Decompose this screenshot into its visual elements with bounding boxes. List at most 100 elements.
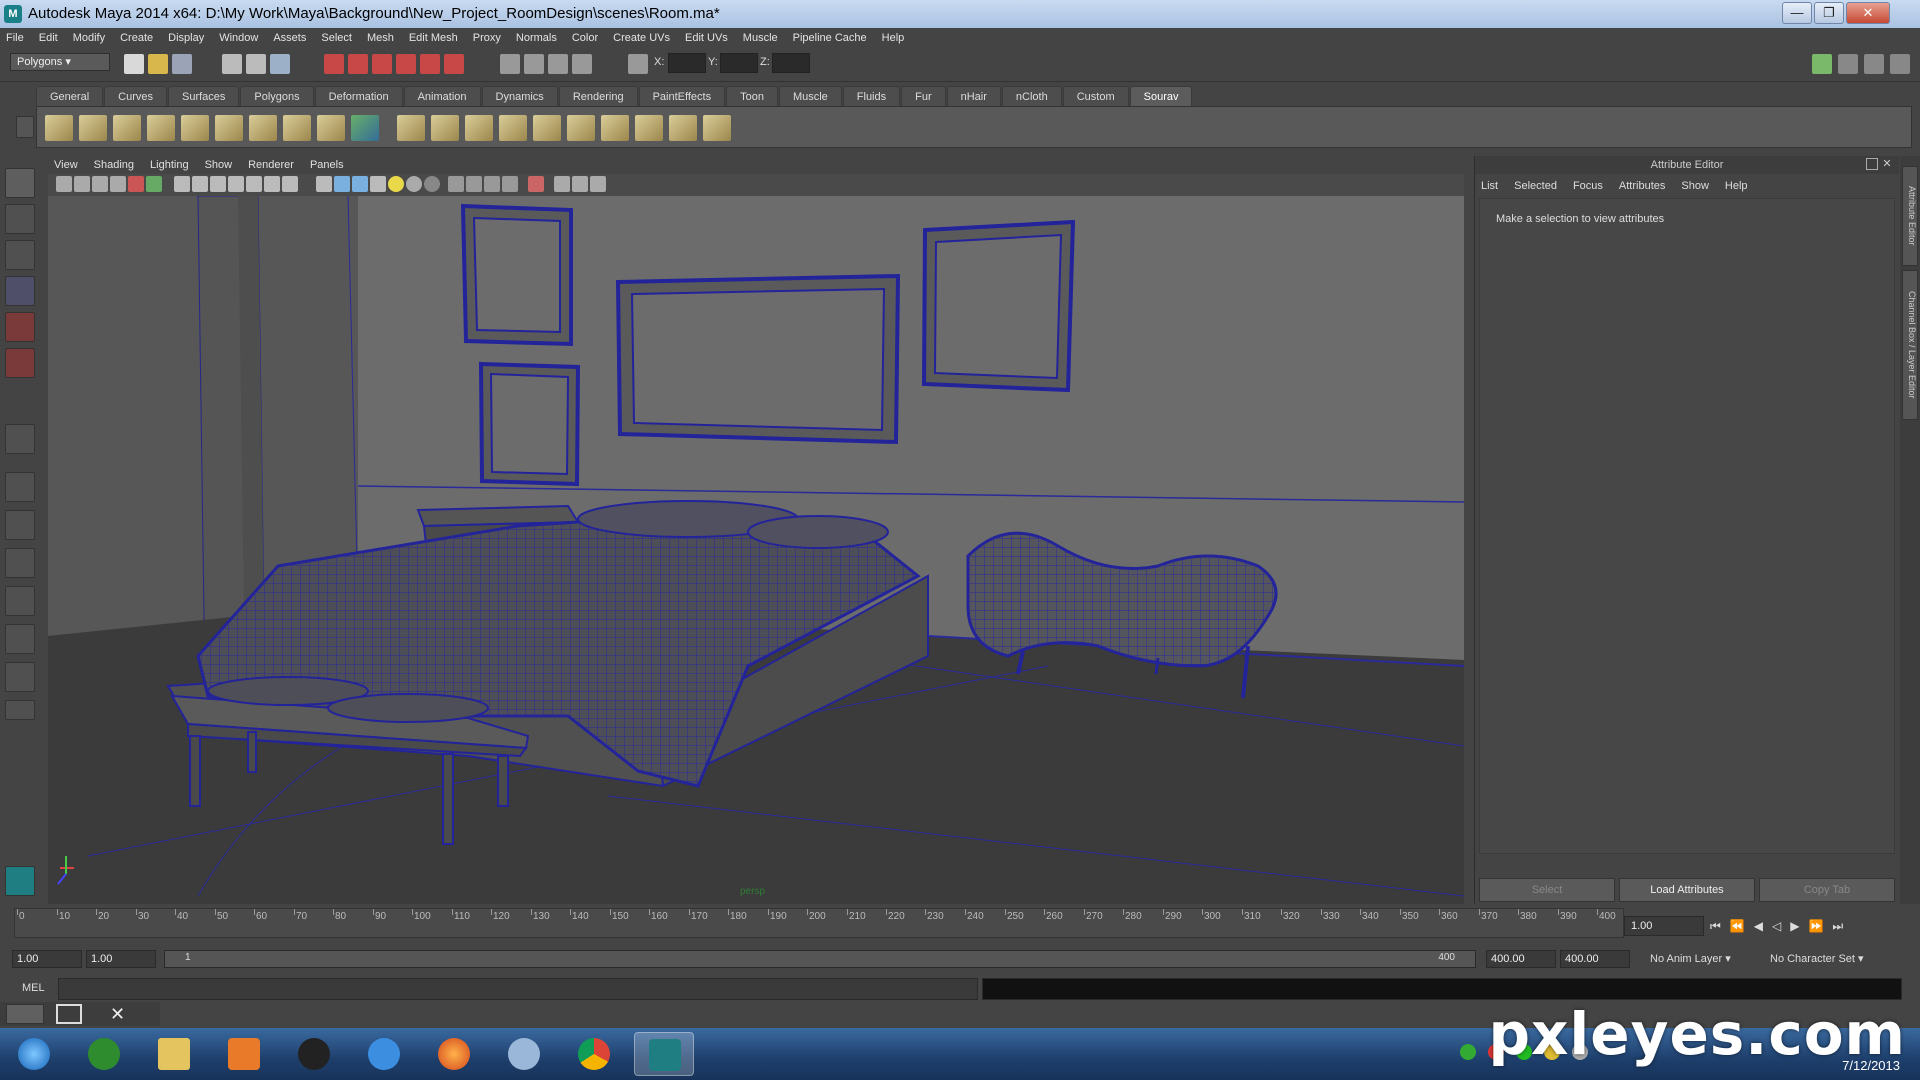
shelf-tab-general[interactable]: General	[36, 86, 104, 106]
image-plane-icon[interactable]	[110, 176, 126, 192]
anim-start-field[interactable]: 1.00	[12, 950, 82, 968]
character-set-dropdown[interactable]: No Character Set ▾	[1770, 950, 1910, 968]
snap-grid-icon[interactable]	[324, 54, 344, 74]
isolate-select-icon[interactable]	[528, 176, 544, 192]
anim-end-field[interactable]: 400.00	[1560, 950, 1630, 968]
last-tool-icon[interactable]	[5, 424, 35, 454]
snap-plane-icon[interactable]	[396, 54, 416, 74]
shelf-tool-icon[interactable]	[45, 115, 73, 141]
maya-home-icon[interactable]	[5, 866, 35, 896]
outliner-layout-icon[interactable]	[5, 548, 35, 578]
x-field[interactable]	[668, 53, 706, 73]
select-hierarchy-icon[interactable]	[222, 54, 242, 74]
attr-menu-selected[interactable]: Selected	[1514, 180, 1557, 192]
render-frame-icon[interactable]	[524, 54, 544, 74]
single-pane-layout-icon[interactable]	[5, 472, 35, 502]
film-gate-icon[interactable]	[192, 176, 208, 192]
resolution-gate-icon[interactable]	[210, 176, 226, 192]
playback-end-field[interactable]: 400.00	[1486, 950, 1556, 968]
poly-pipe-icon[interactable]	[669, 115, 697, 141]
maximize-button[interactable]: ❐	[1814, 2, 1844, 24]
safe-title-icon[interactable]	[282, 176, 298, 192]
viewport-menu-renderer[interactable]: Renderer	[248, 159, 294, 171]
toggle-tool-settings-icon[interactable]	[1838, 54, 1858, 74]
shelf-tool-icon[interactable]	[317, 115, 345, 141]
menu-edit-mesh[interactable]: Edit Mesh	[409, 32, 458, 44]
menu-mesh[interactable]: Mesh	[367, 32, 394, 44]
maximize-panel-icon[interactable]	[56, 1004, 82, 1024]
ambient-occlusion-icon[interactable]	[448, 176, 464, 192]
shadows-icon[interactable]	[424, 176, 440, 192]
hypershade-layout-icon[interactable]	[5, 624, 35, 654]
xray-joints-icon[interactable]	[572, 176, 588, 192]
toggle-attr-editor-icon[interactable]	[1812, 54, 1832, 74]
shelf-tab-deformation[interactable]: Deformation	[314, 86, 403, 106]
attr-menu-list[interactable]: List	[1481, 180, 1498, 192]
shelf-tab-custom[interactable]: Custom	[1062, 86, 1129, 106]
attr-menu-attributes[interactable]: Attributes	[1619, 180, 1665, 192]
media-player-icon[interactable]	[214, 1032, 274, 1076]
menu-pipeline-cache[interactable]: Pipeline Cache	[793, 32, 867, 44]
viewport-menu-view[interactable]: View	[54, 159, 78, 171]
menu-window[interactable]: Window	[219, 32, 258, 44]
grid-toggle-icon[interactable]	[174, 176, 190, 192]
play-back-icon[interactable]: ◁	[1772, 919, 1790, 933]
shelf-tab-surfaces[interactable]: Surfaces	[167, 86, 240, 106]
grease-pencil-icon[interactable]	[146, 176, 162, 192]
dope-layout-icon[interactable]	[5, 662, 35, 692]
current-frame-field[interactable]: 1.00	[1624, 916, 1704, 936]
field-chart-icon[interactable]	[246, 176, 262, 192]
menu-muscle[interactable]: Muscle	[743, 32, 778, 44]
shelf-tab-painteffects[interactable]: PaintEffects	[638, 86, 726, 106]
shelf-tab-nhair[interactable]: nHair	[946, 86, 1001, 106]
shelf-tool-icon[interactable]	[79, 115, 107, 141]
safari-icon[interactable]	[494, 1032, 554, 1076]
utorrent-icon[interactable]	[74, 1032, 134, 1076]
shelf-menu-icon[interactable]	[16, 116, 34, 138]
menu-create-uvs[interactable]: Create UVs	[613, 32, 670, 44]
toggle-channel-box-icon[interactable]	[1864, 54, 1884, 74]
shelf-tab-curves[interactable]: Curves	[104, 86, 167, 106]
select-component-icon[interactable]	[270, 54, 290, 74]
shelf-tool-icon[interactable]	[181, 115, 209, 141]
close-panel-icon[interactable]: ✕	[1880, 157, 1894, 171]
four-pane-layout-icon[interactable]	[5, 510, 35, 540]
minimize-button[interactable]: —	[1782, 2, 1812, 24]
poly-sphere-icon[interactable]	[397, 115, 425, 141]
move-tool-icon[interactable]	[5, 276, 35, 306]
graph-layout-icon[interactable]	[5, 586, 35, 616]
poly-cone-icon[interactable]	[499, 115, 527, 141]
shelf-tab-toon[interactable]: Toon	[726, 86, 778, 106]
menu-set-dropdown[interactable]: Polygons ▾	[10, 53, 110, 71]
paint-select-icon[interactable]	[5, 240, 35, 270]
attr-menu-help[interactable]: Help	[1725, 180, 1748, 192]
chrome-icon[interactable]	[564, 1032, 624, 1076]
shelf-tab-animation[interactable]: Animation	[403, 86, 481, 106]
firefox-icon[interactable]	[424, 1032, 484, 1076]
viewport-menu-panels[interactable]: Panels	[310, 159, 344, 171]
textured-icon[interactable]	[370, 176, 386, 192]
tray-icon[interactable]	[1460, 1044, 1476, 1060]
menu-color[interactable]: Color	[572, 32, 598, 44]
safe-action-icon[interactable]	[264, 176, 280, 192]
snap-curve-icon[interactable]	[348, 54, 368, 74]
channel-box-tab[interactable]: Channel Box / Layer Editor	[1902, 270, 1918, 420]
attr-menu-show[interactable]: Show	[1681, 180, 1709, 192]
poly-pyramid-icon[interactable]	[635, 115, 663, 141]
shelf-tab-rendering[interactable]: Rendering	[558, 86, 638, 106]
y-field[interactable]	[720, 53, 758, 73]
select-tool-icon[interactable]	[5, 168, 35, 198]
attr-menu-focus[interactable]: Focus	[1573, 180, 1603, 192]
menu-display[interactable]: Display	[168, 32, 204, 44]
toggle-outliner-icon[interactable]	[1890, 54, 1910, 74]
shelf-tab-sourav[interactable]: Sourav	[1129, 86, 1193, 106]
camera-select-icon[interactable]	[56, 176, 72, 192]
copy-tab-button[interactable]: Copy Tab	[1759, 878, 1895, 902]
menu-create[interactable]: Create	[120, 32, 153, 44]
viewport-menu-show[interactable]: Show	[205, 159, 233, 171]
range-slider[interactable]: 1 400	[164, 950, 1476, 968]
menu-edit-uvs[interactable]: Edit UVs	[685, 32, 728, 44]
anim-layer-dropdown[interactable]: No Anim Layer ▾	[1650, 950, 1760, 968]
select-object-icon[interactable]	[246, 54, 266, 74]
select-button[interactable]: Select	[1479, 878, 1615, 902]
